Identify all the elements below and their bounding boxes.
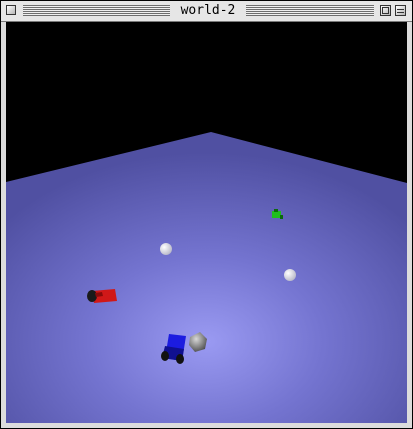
title-bar-stripes-right bbox=[246, 5, 374, 16]
white-ball-2[interactable] bbox=[284, 269, 296, 281]
collapse-box-icon[interactable] bbox=[395, 5, 406, 16]
title-bar[interactable]: world-2 bbox=[1, 1, 412, 22]
close-box-icon[interactable] bbox=[6, 5, 16, 15]
title-bar-stripes-left bbox=[23, 5, 170, 16]
scene-canvas bbox=[6, 22, 407, 423]
red-robot[interactable] bbox=[87, 289, 117, 303]
window-title: world-2 bbox=[170, 3, 246, 19]
app-window: world-2 bbox=[0, 0, 413, 429]
3d-viewport[interactable] bbox=[6, 22, 407, 423]
floor-plane bbox=[6, 132, 407, 423]
white-ball-1[interactable] bbox=[160, 243, 172, 255]
zoom-box-icon[interactable] bbox=[380, 5, 391, 16]
